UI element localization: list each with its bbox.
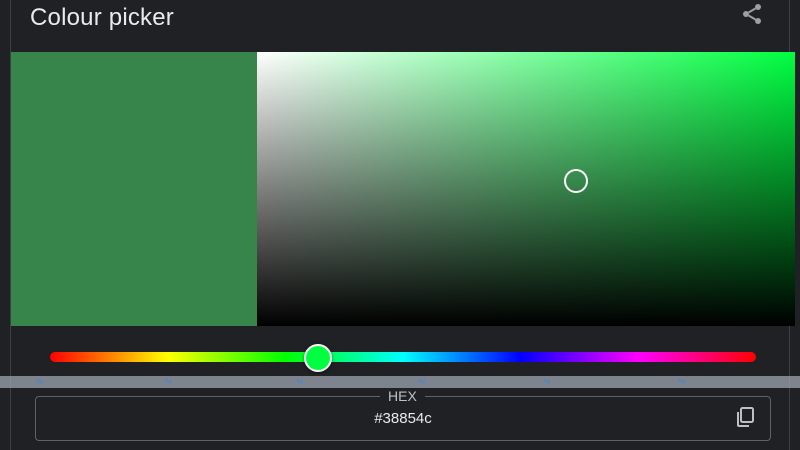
- colour-picker-card: Colour picker ⇋ ⇋ ⇋ ⇋ ⇋ ⇋ HEX: [0, 0, 800, 450]
- share-button[interactable]: [736, 0, 768, 32]
- overlay-mark-icon: ⇋: [296, 377, 304, 387]
- hue-slider[interactable]: [50, 352, 756, 362]
- saturation-value-handle[interactable]: [564, 169, 588, 193]
- copy-button[interactable]: [730, 403, 760, 435]
- picker-area: [11, 52, 795, 326]
- overlay-mark-icon: ⇋: [543, 377, 551, 387]
- share-icon: [740, 2, 764, 31]
- copy-icon: [733, 405, 757, 434]
- overlay-mark-icon: ⇋: [418, 377, 426, 387]
- color-swatch: [11, 52, 257, 326]
- hue-slider-thumb[interactable]: [304, 344, 332, 372]
- overlay-mark-icon: ⇋: [678, 377, 686, 387]
- overlay-mark-icon: ⇋: [165, 377, 173, 387]
- page-title: Colour picker: [30, 4, 174, 31]
- saturation-value-area[interactable]: [257, 52, 795, 326]
- hex-input[interactable]: [40, 402, 720, 434]
- overlay-mark-icon: ⇋: [36, 377, 44, 387]
